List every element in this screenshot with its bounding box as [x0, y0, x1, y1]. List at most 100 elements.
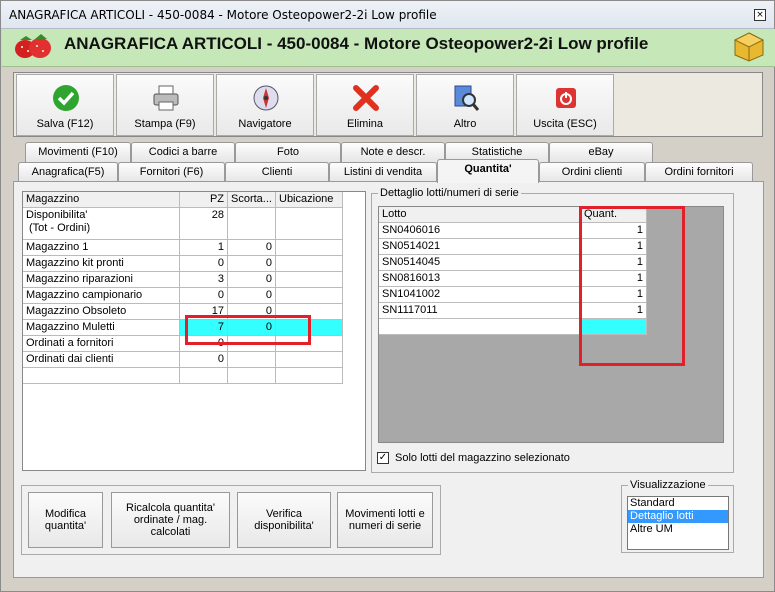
- delete-x-icon: [353, 85, 379, 111]
- table-row[interactable]: Magazzino riparazioni 3 0: [23, 272, 343, 288]
- col-scorta[interactable]: Scorta...: [228, 192, 276, 207]
- tab-note[interactable]: Note e descr.: [341, 142, 445, 162]
- lot-code: SN0514045: [379, 255, 581, 270]
- tab-anagrafica[interactable]: Anagrafica(F5): [18, 162, 118, 182]
- row-ubicazione[interactable]: [276, 272, 343, 287]
- printer-icon: [153, 85, 179, 111]
- solo-lotti-label: Solo lotti del magazzino selezionato: [395, 452, 570, 464]
- more-button[interactable]: Altro: [416, 74, 514, 136]
- row-name: Ordinati dai clienti: [23, 352, 180, 367]
- tab-codici-barre[interactable]: Codici a barre: [131, 142, 235, 162]
- col-lotto[interactable]: Lotto: [379, 207, 581, 222]
- row-name: Magazzino kit pronti: [23, 256, 180, 271]
- lot-code: SN1041002: [379, 287, 581, 302]
- row-pz[interactable]: 1: [180, 240, 228, 255]
- magnifier-icon: [454, 85, 480, 111]
- tab-listini[interactable]: Listini di vendita: [329, 162, 437, 182]
- row-pz[interactable]: 28: [180, 208, 228, 239]
- more-label: Altro: [453, 118, 477, 130]
- exit-button[interactable]: Uscita (ESC): [516, 74, 614, 136]
- solo-lotti-checkbox[interactable]: ✓: [377, 452, 389, 464]
- col-pz[interactable]: PZ: [180, 192, 228, 207]
- tab-foto[interactable]: Foto: [235, 142, 341, 162]
- col-magazzino[interactable]: Magazzino: [23, 192, 180, 207]
- tab-ordini-clienti[interactable]: Ordini clienti: [539, 162, 645, 182]
- row-name: Magazzino Muletti: [23, 320, 180, 335]
- row-pz[interactable]: 0: [180, 288, 228, 303]
- row-ubicazione[interactable]: [276, 256, 343, 271]
- row-pz[interactable]: 0: [180, 352, 228, 367]
- view-listbox[interactable]: Standard Dettaglio lotti Altre UM: [627, 496, 729, 550]
- tab-clienti[interactable]: Clienti: [225, 162, 329, 182]
- view-option[interactable]: Altre UM: [628, 523, 728, 536]
- verifica-button[interactable]: Verifica disponibilita': [237, 492, 331, 548]
- row-scorta[interactable]: [228, 352, 276, 367]
- tab-ebay[interactable]: eBay: [549, 142, 653, 162]
- lots-group-label: Dettaglio lotti/numeri di serie: [378, 187, 521, 199]
- row-name: Magazzino Obsoleto: [23, 304, 180, 319]
- close-button[interactable]: ×: [754, 9, 766, 21]
- checkmark-icon: [53, 85, 79, 111]
- title-bar: ANAGRAFICA ARTICOLI - 450-0084 - Motore …: [1, 1, 774, 29]
- view-group-label: Visualizzazione: [628, 479, 708, 491]
- tab-movimenti[interactable]: Movimenti (F10): [25, 142, 131, 162]
- row-pz[interactable]: 3: [180, 272, 228, 287]
- row-name: Magazzino 1: [23, 240, 180, 255]
- row-ubicazione[interactable]: [276, 352, 343, 367]
- box-icon: [733, 32, 765, 62]
- row-name: Magazzino riparazioni: [23, 272, 180, 287]
- delete-button[interactable]: Elimina: [316, 74, 414, 136]
- navigator-button[interactable]: Navigatore: [216, 74, 314, 136]
- table-row-empty[interactable]: [23, 368, 343, 384]
- window-title: ANAGRAFICA ARTICOLI - 450-0084 - Motore …: [9, 8, 437, 22]
- strawberry-icon: [15, 34, 51, 58]
- row-name: Ordinati a fornitori: [23, 336, 180, 351]
- row-scorta[interactable]: [228, 208, 276, 239]
- navigator-label: Navigatore: [238, 118, 292, 130]
- movimenti-lotti-button[interactable]: Movimenti lotti e numeri di serie: [337, 492, 433, 548]
- row-scorta[interactable]: 0: [228, 240, 276, 255]
- tab-quantita[interactable]: Quantita': [437, 159, 539, 183]
- compass-icon: [253, 85, 279, 111]
- row-ubicazione[interactable]: [276, 208, 343, 239]
- highlight-box: [185, 315, 311, 345]
- ricalcola-button[interactable]: Ricalcola quantita' ordinate / mag. calc…: [111, 492, 230, 548]
- tab-ordini-fornitori[interactable]: Ordini fornitori: [645, 162, 753, 182]
- lot-code: SN1117011: [379, 303, 581, 318]
- row-ubicazione[interactable]: [276, 240, 343, 255]
- row-scorta[interactable]: 0: [228, 288, 276, 303]
- table-row[interactable]: Disponibilita' (Tot - Ordini) 28: [23, 208, 343, 240]
- tab-fornitori[interactable]: Fornitori (F6): [118, 162, 225, 182]
- lot-code: SN0514021: [379, 239, 581, 254]
- modifica-quantita-button[interactable]: Modifica quantita': [28, 492, 103, 548]
- delete-label: Elimina: [346, 118, 384, 130]
- toolbar: Salva (F12) Stampa (F9) Navigatore Elimi…: [13, 72, 763, 137]
- power-icon: [556, 88, 576, 108]
- table-row[interactable]: Magazzino kit pronti 0 0: [23, 256, 343, 272]
- stock-header-row: Magazzino PZ Scorta... Ubicazione: [23, 192, 343, 208]
- table-row[interactable]: Magazzino 1 1 0: [23, 240, 343, 256]
- save-label: Salva (F12): [36, 118, 94, 130]
- view-option-selected[interactable]: Dettaglio lotti: [628, 510, 728, 523]
- save-button[interactable]: Salva (F12): [16, 74, 114, 136]
- row-name: Magazzino campionario: [23, 288, 180, 303]
- header-banner: ANAGRAFICA ARTICOLI - 450-0084 - Motore …: [2, 29, 775, 67]
- row-name: Disponibilita': [26, 209, 88, 221]
- row-name-sub: (Tot - Ordini): [29, 222, 91, 234]
- print-label: Stampa (F9): [134, 118, 196, 130]
- table-row[interactable]: Ordinati dai clienti 0: [23, 352, 343, 368]
- print-button[interactable]: Stampa (F9): [116, 74, 214, 136]
- table-row[interactable]: Magazzino campionario 0 0: [23, 288, 343, 304]
- row-ubicazione[interactable]: [276, 288, 343, 303]
- row-scorta[interactable]: 0: [228, 256, 276, 271]
- page-title: ANAGRAFICA ARTICOLI - 450-0084 - Motore …: [64, 34, 649, 53]
- lot-code: SN0406016: [379, 223, 581, 238]
- highlight-box: [579, 206, 685, 366]
- app-window: ANAGRAFICA ARTICOLI - 450-0084 - Motore …: [0, 0, 775, 592]
- col-ubicazione[interactable]: Ubicazione: [276, 192, 343, 207]
- exit-label: Uscita (ESC): [533, 118, 597, 130]
- row-pz[interactable]: 0: [180, 256, 228, 271]
- lot-code: SN0816013: [379, 271, 581, 286]
- view-option[interactable]: Standard: [628, 497, 728, 510]
- row-scorta[interactable]: 0: [228, 272, 276, 287]
